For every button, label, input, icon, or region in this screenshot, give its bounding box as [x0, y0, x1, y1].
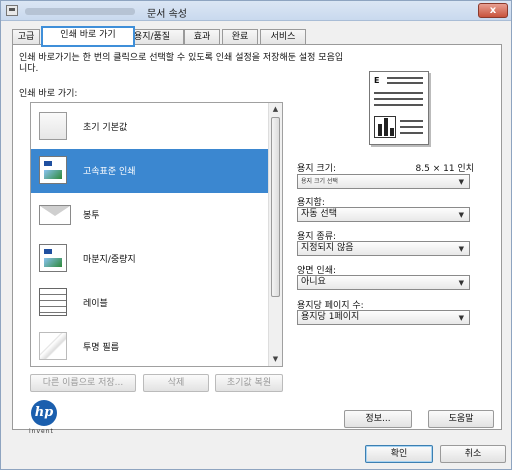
- preview-chart-icon: [374, 116, 396, 138]
- paper-size-select-text: 용지 크기 선택: [301, 178, 338, 185]
- reset-defaults-button[interactable]: 초기값 복원: [215, 374, 283, 392]
- photo-page-icon: [39, 156, 67, 184]
- tab-finishing[interactable]: 완료: [222, 29, 258, 45]
- shortcut-label: 마분지/중량지: [83, 255, 136, 265]
- list-item[interactable]: 마분지/중량지: [31, 237, 268, 281]
- shortcut-label: 고속표준 인쇄: [83, 167, 136, 177]
- list-item[interactable]: 봉투: [31, 193, 268, 237]
- shortcut-label: 봉투: [83, 211, 100, 221]
- paper-source-select[interactable]: 자동 선택 ▼: [297, 207, 470, 222]
- shortcut-label: 투명 필름: [83, 343, 119, 353]
- chevron-down-icon: ▼: [458, 211, 464, 219]
- list-item[interactable]: 레이블: [31, 281, 268, 325]
- help-button[interactable]: 도움말: [428, 410, 494, 428]
- paper-size-value: 8.5 × 11 인치: [415, 164, 474, 174]
- preview-letter-icon: E: [374, 76, 380, 85]
- title-bar: 문서 속성 x: [1, 1, 511, 21]
- list-item[interactable]: 초기 기본값: [31, 105, 268, 149]
- close-button[interactable]: x: [478, 3, 508, 18]
- printer-name-blurred: [25, 8, 135, 15]
- list-item-selected[interactable]: 고속표준 인쇄: [31, 149, 268, 193]
- delete-button[interactable]: 삭제: [143, 374, 209, 392]
- chevron-down-icon: ▼: [458, 178, 464, 186]
- hp-tagline: invent: [29, 428, 54, 435]
- labels-icon: [39, 288, 67, 316]
- tab-effects[interactable]: 효과: [184, 29, 220, 45]
- pages-per-sheet-select[interactable]: 용지당 1페이지 ▼: [297, 310, 470, 325]
- tab-strip: 고급 인쇄 바로 가기 용지/품질 효과 완료 서비스: [12, 26, 502, 47]
- preview-text-line: [374, 98, 423, 100]
- paper-source-value: 자동 선택: [301, 209, 337, 219]
- preview-text-line: [400, 132, 423, 134]
- envelope-icon: [39, 205, 71, 225]
- hp-logo: hp: [31, 400, 57, 426]
- tab-services[interactable]: 서비스: [260, 29, 306, 45]
- chevron-down-icon: ▼: [458, 279, 464, 287]
- cancel-button[interactable]: 취소: [440, 445, 506, 463]
- tab-paper-quality[interactable]: 용지/품질: [134, 29, 184, 45]
- pages-per-sheet-value: 용지당 1페이지: [301, 312, 360, 322]
- shortcut-label: 초기 기본값: [83, 123, 128, 133]
- about-button[interactable]: 정보...: [344, 410, 412, 428]
- duplex-value: 아니요: [301, 277, 326, 287]
- list-scrollbar[interactable]: ▲ ▼: [268, 103, 282, 366]
- shortcuts-list[interactable]: 초기 기본값 고속표준 인쇄 봉투 마분지/중량지 레이블 투명 필름 ▲ ▼: [30, 102, 283, 367]
- transparency-icon: [39, 332, 67, 360]
- chevron-down-icon: ▼: [458, 245, 464, 253]
- paper-type-value: 지정되지 않음: [301, 243, 354, 253]
- list-item[interactable]: 투명 필름: [31, 325, 268, 366]
- ok-button[interactable]: 확인: [365, 445, 433, 463]
- chevron-down-icon: ▼: [458, 314, 464, 322]
- blank-page-icon: [39, 112, 67, 140]
- preview-text-line: [400, 126, 423, 128]
- preview-text-line: [387, 82, 423, 84]
- page-preview: E: [369, 71, 429, 145]
- printer-app-icon: [6, 5, 18, 16]
- scroll-up-arrow-icon[interactable]: ▲: [269, 103, 282, 116]
- paper-size-select[interactable]: 용지 크기 선택 ▼: [297, 174, 470, 189]
- tab-advanced[interactable]: 고급: [12, 29, 40, 45]
- cardstock-icon: [39, 244, 67, 272]
- scroll-thumb[interactable]: [271, 117, 280, 297]
- preview-text-line: [400, 120, 423, 122]
- paper-type-select[interactable]: 지정되지 않음 ▼: [297, 241, 470, 256]
- preview-text-line: [374, 104, 423, 106]
- duplex-select[interactable]: 아니요 ▼: [297, 275, 470, 290]
- preview-text-line: [374, 92, 423, 94]
- tab-printing-shortcuts[interactable]: 인쇄 바로 가기: [41, 26, 135, 47]
- paper-size-label: 용지 크기:: [297, 164, 337, 174]
- shortcuts-list-label: 인쇄 바로 가기:: [19, 89, 78, 99]
- shortcuts-description: 인쇄 바로가기는 한 번의 클릭으로 선택할 수 있도록 인쇄 설정을 저장해둔…: [19, 53, 344, 74]
- document-properties-dialog: 문서 속성 x 고급 인쇄 바로 가기 용지/품질 효과 완료 서비스 인쇄 바…: [0, 0, 512, 470]
- shortcut-label: 레이블: [83, 299, 108, 309]
- scroll-down-arrow-icon[interactable]: ▼: [269, 353, 282, 366]
- preview-text-line: [387, 77, 423, 79]
- save-as-button[interactable]: 다른 이름으로 저장...: [30, 374, 136, 392]
- window-title: 문서 속성: [147, 9, 187, 20]
